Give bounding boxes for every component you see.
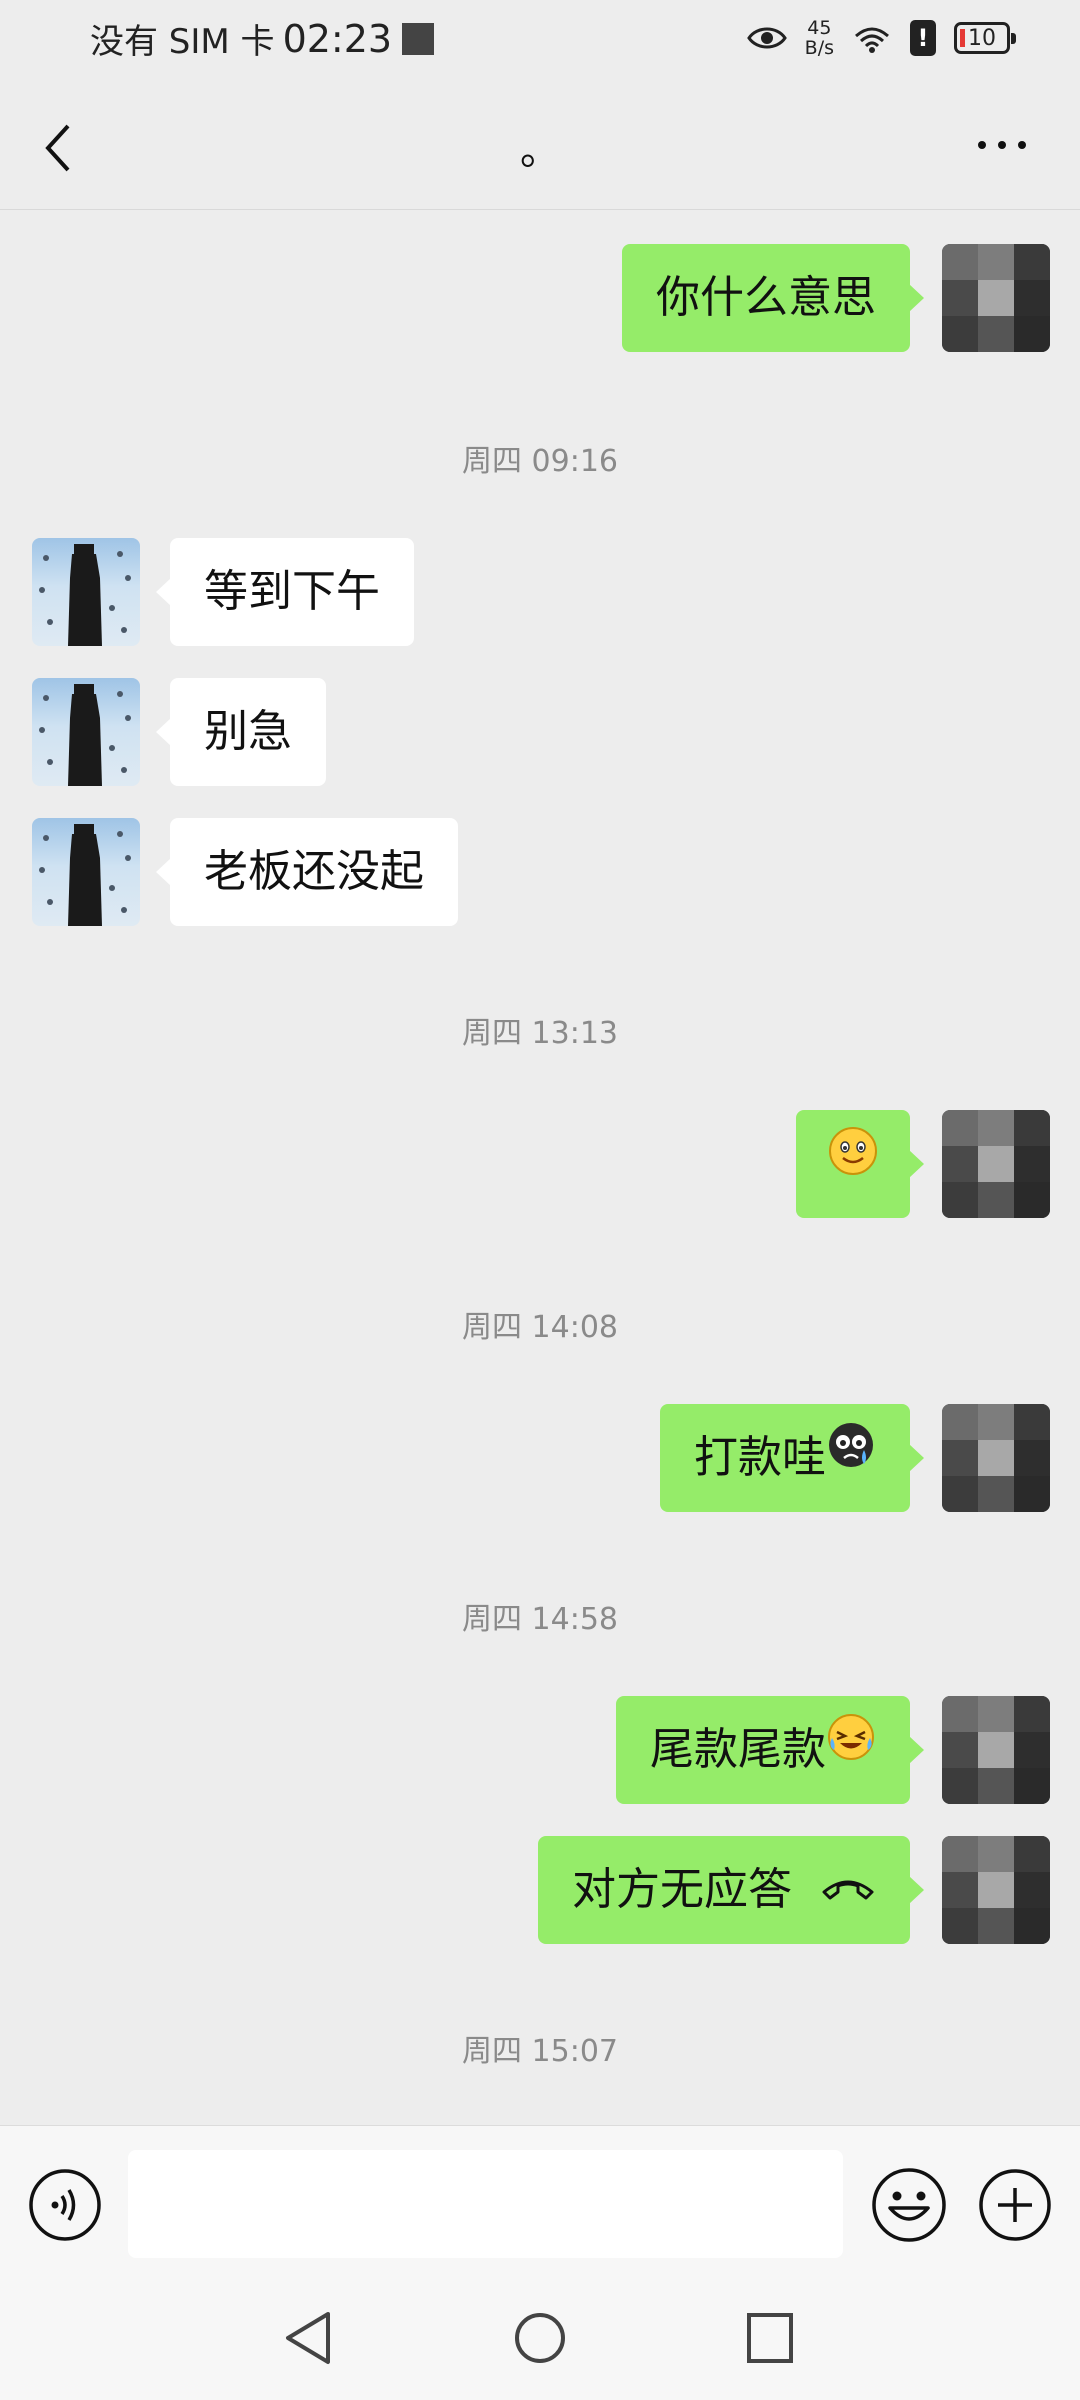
message-sent: 打款哇 <box>0 1404 1080 1514</box>
message-sent: 尾款尾款 <box>0 1696 1080 1806</box>
status-left: 没有 SIM 卡 02:23 <box>90 14 435 63</box>
message-text: 尾款尾款 <box>650 1724 826 1775</box>
battery-level: 10 <box>968 25 996 51</box>
message-bubble[interactable]: 老板还没起 <box>156 818 458 926</box>
message-input[interactable] <box>128 2150 843 2258</box>
battery-icon: 10 <box>954 22 1016 54</box>
avatar[interactable] <box>942 1404 1050 1512</box>
voice-input-button[interactable] <box>28 2168 102 2242</box>
input-bar <box>0 2125 1080 2280</box>
smile-emoji-icon <box>828 1108 878 1216</box>
message-text: 打款哇 <box>694 1432 826 1483</box>
system-recent-apps-icon[interactable] <box>744 2310 796 2370</box>
avatar[interactable] <box>942 1110 1050 1218</box>
message-bubble[interactable]: 等到下午 <box>156 538 414 646</box>
clock: 02:23 <box>282 16 393 61</box>
message-timestamp: 周四 14:08 <box>462 1310 618 1345</box>
message-bubble[interactable]: 别急 <box>156 678 326 786</box>
tears-of-joy-emoji-icon <box>826 1694 876 1802</box>
message-received: 老板还没起 <box>0 818 1080 928</box>
message-sent <box>0 1110 1080 1220</box>
crying-emoji-icon <box>826 1402 876 1510</box>
status-bar: 没有 SIM 卡 02:23 45 B/s ! 10 <box>0 0 1080 80</box>
more-actions-button[interactable] <box>978 2168 1052 2242</box>
avatar[interactable] <box>32 538 140 646</box>
eye-icon <box>746 24 787 52</box>
notification-square-icon <box>402 22 435 55</box>
avatar[interactable] <box>32 818 140 926</box>
system-back-icon[interactable] <box>280 2308 336 2372</box>
message-bubble[interactable]: 尾款尾款 <box>616 1694 924 1804</box>
net-speed-unit: B/s <box>804 37 834 59</box>
phone-hangup-icon <box>820 1834 876 1942</box>
wifi-icon <box>852 22 892 54</box>
message-timestamp: 周四 13:13 <box>462 1016 618 1051</box>
message-timestamp: 周四 15:07 <box>462 2034 618 2069</box>
message-bubble[interactable]: 打款哇 <box>660 1402 924 1512</box>
avatar[interactable] <box>32 678 140 786</box>
message-sent: 对方无应答 <box>0 1836 1080 1946</box>
battery-fill <box>960 29 965 47</box>
message-received: 别急 <box>0 678 1080 788</box>
system-navigation-bar <box>0 2280 1080 2400</box>
message-timestamp: 周四 09:16 <box>462 444 618 479</box>
message-sent: 你什么意思 <box>0 244 1080 354</box>
carrier-label: 没有 SIM 卡 <box>90 22 275 62</box>
message-list[interactable]: 你什么意思 周四 09:16 等到下午 别急 老板还没起 周四 13:13 周四… <box>0 210 1080 2125</box>
avatar[interactable] <box>942 1836 1050 1944</box>
call-record-bubble[interactable]: 对方无应答 <box>538 1834 924 1944</box>
emoji-button[interactable] <box>870 2166 948 2244</box>
chat-header: 。 <box>0 80 1080 210</box>
chat-title: 。 <box>520 128 560 174</box>
avatar[interactable] <box>942 1696 1050 1804</box>
avatar[interactable] <box>942 244 1050 352</box>
system-home-icon[interactable] <box>512 2308 568 2372</box>
message-timestamp: 周四 14:58 <box>462 1602 618 1637</box>
message-bubble[interactable]: 你什么意思 <box>622 244 924 352</box>
call-status-text: 对方无应答 <box>572 1864 792 1915</box>
message-received: 等到下午 <box>0 538 1080 648</box>
status-right: 45 B/s ! 10 <box>746 18 1016 58</box>
net-speed: 45 B/s <box>805 18 834 58</box>
message-bubble[interactable] <box>796 1108 924 1218</box>
more-icon[interactable] <box>974 135 1030 155</box>
alert-icon: ! <box>910 20 936 56</box>
net-speed-value: 45 <box>807 17 832 39</box>
